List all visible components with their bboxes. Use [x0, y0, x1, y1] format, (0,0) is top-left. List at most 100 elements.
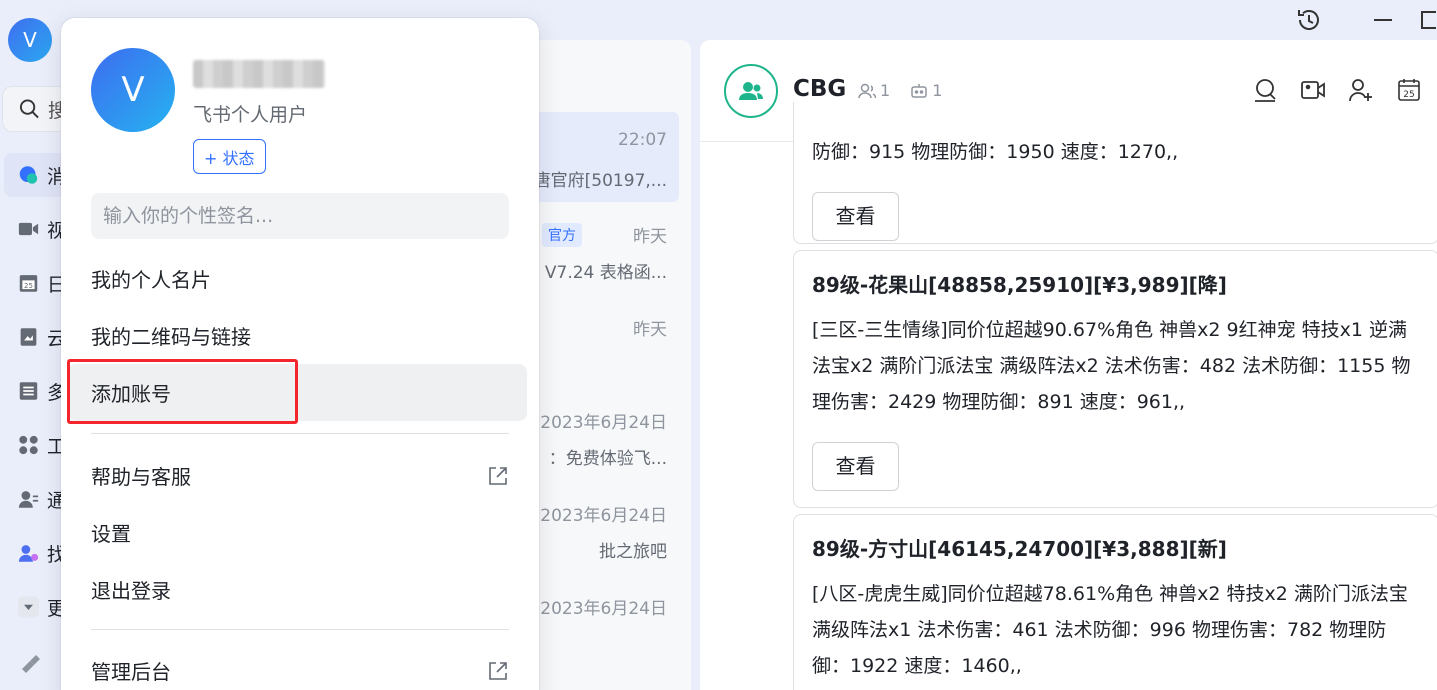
- message-body: 防御：915 物理防御：1950 速度：1270,,: [812, 141, 1179, 163]
- rail-search[interactable]: 搜: [2, 86, 68, 132]
- profile-avatar[interactable]: V: [91, 48, 175, 132]
- calendar-icon: 25: [19, 275, 38, 292]
- menu-label: 设置: [91, 522, 131, 546]
- menu-label: 退出登录: [91, 579, 171, 603]
- rail-avatar[interactable]: V: [8, 18, 52, 62]
- group-avatar[interactable]: [724, 64, 778, 118]
- video-icon: [18, 222, 39, 236]
- message-title: 89级-方寸山[46145,24700][¥3,888][新]: [812, 537, 1227, 561]
- message-card: 89级-花果山[48858,25910][¥3,989][降] [三区-三生情缘…: [793, 250, 1437, 508]
- chat-list-item[interactable]: 2023年6月24日: [528, 584, 679, 674]
- chat-snippet: V7.24 表格函...: [544, 263, 667, 283]
- add-contact-icon: [18, 545, 39, 562]
- chat-pane: CBG 1 1 25 防御：915 物理防御：1950 速度：1270,, 查看…: [700, 40, 1437, 690]
- message-body: [八区-虎虎生威]同价位超越78.61%角色 神兽x2 特技x2 满阶门派法宝 …: [812, 583, 1408, 677]
- minimize-icon: [1374, 19, 1392, 21]
- menu-item-profile-card[interactable]: 我的个人名片: [68, 250, 527, 307]
- apps-icon: [19, 435, 38, 455]
- pin-icon: [22, 655, 40, 673]
- docs-icon: [20, 328, 37, 346]
- rail-item-list[interactable]: 多: [4, 369, 66, 413]
- chat-list-item[interactable]: 官方 昨天 V7.24 表格函...: [528, 210, 679, 300]
- profile-name-redacted: [193, 60, 325, 88]
- minimize-button[interactable]: [1366, 4, 1400, 36]
- add-member-icon: [1349, 79, 1372, 102]
- chat-snippet: 唐官府[50197,...: [533, 171, 667, 191]
- menu-item-help[interactable]: 帮助与客服: [68, 447, 527, 504]
- rail-item-messages[interactable]: 消: [4, 153, 66, 197]
- chat-time: 2023年6月24日: [540, 413, 667, 433]
- menu-label: 我的二维码与链接: [91, 325, 251, 349]
- group-icon: [739, 82, 763, 100]
- menu-item-add-account[interactable]: 添加账号: [68, 364, 527, 421]
- chat-time: 22:07: [618, 130, 667, 150]
- menu-label: 帮助与客服: [91, 465, 191, 489]
- search-chat-icon: [1255, 79, 1276, 102]
- chat-time: 2023年6月24日: [540, 599, 667, 619]
- video-call-icon: [1301, 81, 1325, 99]
- calendar-icon: 25: [1398, 79, 1420, 101]
- menu-divider: [91, 433, 509, 434]
- menu-item-qrcode[interactable]: 我的二维码与链接: [68, 307, 527, 364]
- message-card: 防御：915 物理防御：1950 速度：1270,, 查看: [793, 102, 1437, 244]
- chat-snippet: ：免费体验飞...: [548, 449, 667, 469]
- bot-count: 1: [932, 81, 943, 100]
- list-icon: [19, 382, 38, 400]
- message-title: 89级-花果山[48858,25910][¥3,989][降]: [812, 273, 1227, 297]
- chat-meta: 1 1: [858, 81, 942, 100]
- view-button[interactable]: 查看: [812, 192, 899, 241]
- nav-rail: V 搜 消 视 25 日 云 多 工 通 找 更: [0, 0, 70, 690]
- chat-title[interactable]: CBG: [793, 76, 846, 102]
- rail-item-apps[interactable]: 工: [4, 423, 66, 467]
- members-icon: [858, 83, 876, 98]
- rail-item-more[interactable]: 更: [4, 585, 66, 629]
- menu-item-logout[interactable]: 退出登录: [68, 561, 527, 618]
- menu-label: 管理后台: [91, 660, 171, 684]
- message-body: [三区-三生情缘]同价位超越90.67%角色 神兽x2 9红神宠 特技x1 逆满…: [812, 319, 1411, 413]
- svg-text:25: 25: [24, 282, 33, 290]
- maximize-icon: [1421, 11, 1436, 29]
- chat-list-item[interactable]: 22:07 唐官府[50197,...: [528, 112, 679, 202]
- rail-item-video[interactable]: 视: [4, 207, 66, 251]
- history-button[interactable]: [1292, 4, 1326, 36]
- signature-input[interactable]: [91, 193, 509, 239]
- maximize-button[interactable]: [1414, 4, 1437, 36]
- contacts-icon: [18, 491, 39, 508]
- menu-item-settings[interactable]: 设置: [68, 504, 527, 561]
- chat-snippet: 批之旅吧: [599, 542, 667, 562]
- rail-item-contacts[interactable]: 通: [4, 477, 66, 521]
- chat-time: 昨天: [633, 320, 667, 340]
- message-card: 89级-方寸山[46145,24700][¥3,888][新] [八区-虎虎生威…: [793, 514, 1437, 690]
- external-link-icon: [489, 662, 507, 680]
- rail-item-pin[interactable]: [4, 639, 66, 683]
- chat-list-item[interactable]: 昨天: [528, 305, 679, 395]
- menu-item-admin[interactable]: 管理后台: [68, 642, 527, 690]
- add-member-button[interactable]: [1347, 76, 1375, 104]
- rail-item-find[interactable]: 找: [4, 531, 66, 575]
- chat-time: 2023年6月24日: [540, 506, 667, 526]
- external-link-icon: [489, 467, 507, 485]
- menu-divider: [91, 629, 509, 630]
- rail-item-docs[interactable]: 云: [4, 315, 66, 359]
- set-status-button[interactable]: + 状态: [193, 139, 266, 174]
- chat-list-item[interactable]: 2023年6月24日 批之旅吧: [528, 491, 679, 581]
- profile-user-type: 飞书个人用户: [193, 104, 308, 126]
- official-badge: 官方: [542, 223, 582, 247]
- menu-label: 我的个人名片: [91, 268, 211, 292]
- video-call-button[interactable]: [1299, 76, 1327, 104]
- chat-list-item[interactable]: 2023年6月24日 ：免费体验飞...: [528, 398, 679, 488]
- menu-label: 添加账号: [91, 382, 171, 406]
- history-icon: [1298, 10, 1319, 30]
- profile-popover: V 飞书个人用户 + 状态 我的个人名片 我的二维码与链接 添加账号 帮助与客服…: [61, 18, 539, 690]
- chat-time: 昨天: [633, 227, 667, 247]
- chat-header-actions: 25: [1251, 76, 1423, 104]
- search-chat-button[interactable]: [1251, 76, 1279, 104]
- calendar-button[interactable]: 25: [1395, 76, 1423, 104]
- rail-item-calendar[interactable]: 25 日: [4, 261, 66, 305]
- view-button[interactable]: 查看: [812, 442, 899, 491]
- chat-list: 22:07 唐官府[50197,... 官方 昨天 V7.24 表格函... 昨…: [528, 40, 691, 690]
- messages-icon: [19, 166, 38, 184]
- svg-text:25: 25: [1403, 90, 1414, 100]
- member-count: 1: [880, 81, 891, 100]
- more-icon: [18, 596, 39, 618]
